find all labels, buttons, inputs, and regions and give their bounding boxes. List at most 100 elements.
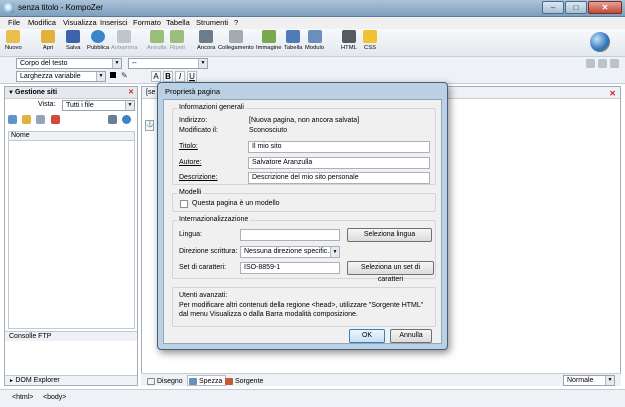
paste-icon[interactable] [610,59,619,68]
toolbar-anchor-button[interactable]: Ancora [197,30,215,51]
main-toolbar: Nuovo Apri Salva Pubblica Anteprima Annu… [0,29,625,57]
tab-split[interactable]: Spezza [187,375,227,386]
menu-strumenti[interactable]: Strumenti [196,18,228,27]
menu-formato[interactable]: Formato [133,18,161,27]
italic-button[interactable]: I [175,71,185,82]
status-bar: <html> <body> [0,389,625,407]
toolbar-open-button[interactable]: Apri [41,30,55,51]
view-mode-select[interactable]: Normale ▼ [563,375,615,386]
window-title: senza titolo - KompoZer [18,3,103,12]
author-field[interactable]: Salvatore Aranzulla [248,157,430,169]
form-icon [307,30,322,43]
table-icon [286,30,301,43]
advanced-users-legend: Utenti avanzati: [179,292,228,299]
new-folder-icon[interactable] [22,115,31,124]
tab-source[interactable]: Sorgente [223,375,267,386]
text-color-swatch[interactable] [110,72,116,78]
close-icon[interactable]: ✕ [128,87,134,99]
menu-visualizza[interactable]: Visualizza [63,18,97,27]
dialog-body: Informazioni generali Indirizzo: [Nuova … [163,99,442,344]
bold-button[interactable]: B [163,71,173,82]
toolbar-image-button[interactable]: Immagine [256,30,281,51]
search-icon[interactable] [586,59,595,68]
toolbar-table-button[interactable]: Tabella [284,30,302,51]
address-value: [Nuova pagina, non ancora salvata] [249,117,360,124]
toolbar-undo-button[interactable]: Annulla [147,30,166,51]
menu-bar: File Modifica Visualizza Inserisci Forma… [0,17,625,29]
width-style-select[interactable]: Larghezza variabile ▼ [16,71,106,82]
templates-legend: Modelli [177,189,204,196]
advanced-users-note: Per modificare altri contenuti della reg… [179,302,424,318]
delete-icon[interactable] [51,115,60,124]
close-tab-icon[interactable]: ✕ [609,89,616,98]
document-tab[interactable]: [se [146,89,155,96]
menu-help[interactable]: ? [234,18,238,27]
menu-tabella[interactable]: Tabella [166,18,190,27]
chevron-down-icon: ▼ [198,59,207,68]
copy-icon[interactable] [598,59,607,68]
language-field[interactable] [240,229,340,241]
toolbar-css-button[interactable]: CSS [363,30,377,51]
toolbar-redo-button[interactable]: Ripeti [170,30,185,51]
site-manager-toolbar [8,115,136,127]
template-checkbox[interactable] [180,200,188,208]
ok-button[interactable]: OK [349,329,385,343]
chevron-down-icon: ▼ [96,72,105,81]
dom-explorer-header[interactable]: ► DOM Explorer [5,375,137,385]
toolbar-form-button[interactable]: Modulo [305,30,324,51]
toolbar-save-button[interactable]: Salva [66,30,81,51]
refresh-icon[interactable] [8,115,17,124]
image-icon [261,30,276,43]
cancel-button[interactable]: Annulla [390,329,432,343]
preview-icon [117,30,132,43]
select-charset-button[interactable]: Seleziona un set di caratteri [347,261,434,283]
page-properties-dialog: Proprietà pagina Informazioni generali I… [157,82,448,350]
toolbar-new-button[interactable]: Nuovo [5,30,22,51]
toolbar-publish-button[interactable]: Pubblica [87,30,109,51]
menu-file[interactable]: File [8,18,20,27]
toolbar-preview-button[interactable]: Anteprima [111,30,137,51]
site-settings-icon[interactable] [108,115,117,124]
close-window-button[interactable]: ✕ [588,1,622,14]
maximize-button[interactable]: □ [565,1,587,14]
view-label: Vista: [38,101,56,108]
status-html-tag[interactable]: <html> [12,394,33,401]
menu-inserisci[interactable]: Inserisci [100,18,128,27]
menu-modifica[interactable]: Modifica [28,18,56,27]
toolbar-link-button[interactable]: Collegamento [218,30,254,51]
undo-icon [149,30,164,43]
font-select[interactable]: -- ▼ [128,58,208,69]
direction-select[interactable]: Nessuna direzione specific... ▼ [240,246,340,258]
charset-field[interactable]: ISO-8859-1 [240,262,340,274]
file-list-header[interactable]: Nome [8,131,135,141]
description-label: Descrizione: [179,174,218,181]
minimize-button[interactable]: – [542,1,564,14]
css-icon [363,30,377,43]
font-size-icon[interactable]: A [151,71,161,82]
chevron-down-icon: ▼ [605,376,614,385]
ftp-console-header[interactable]: Consolle FTP [5,331,137,341]
highlight-icon[interactable]: ✎ [121,72,129,80]
file-list[interactable] [8,141,135,329]
save-icon [66,30,81,43]
collapse-triangle-icon[interactable]: ▼ [8,87,14,99]
view-select[interactable]: Tutti i file ▼ [62,100,135,111]
edit-site-icon[interactable] [36,115,45,124]
source-icon [225,378,233,385]
tab-design[interactable]: Disegno [145,375,187,386]
globe-icon[interactable] [122,115,131,124]
site-manager-panel: ▼ Gestione siti ✕ Vista: Tutti i file ▼ N… [4,86,138,386]
description-field[interactable]: Descrizione del mio sito personale [248,172,430,184]
select-language-button[interactable]: Seleziona lingua [347,228,432,242]
address-label: Indirizzo: [179,117,208,124]
status-body-tag[interactable]: <body> [43,394,66,401]
kompozer-app-icon [4,3,14,13]
format-toolbar-1: Corpo del testo ▼ -- ▼ [0,57,625,70]
author-label: Autore: [179,159,202,166]
underline-button[interactable]: U [187,71,197,82]
anchor-icon [199,30,214,43]
toolbar-html-button[interactable]: HTML [341,30,357,51]
title-field[interactable]: Il mio sito [248,141,430,153]
kompozer-globe-logo [590,32,610,52]
paragraph-style-select[interactable]: Corpo del testo ▼ [16,58,122,69]
